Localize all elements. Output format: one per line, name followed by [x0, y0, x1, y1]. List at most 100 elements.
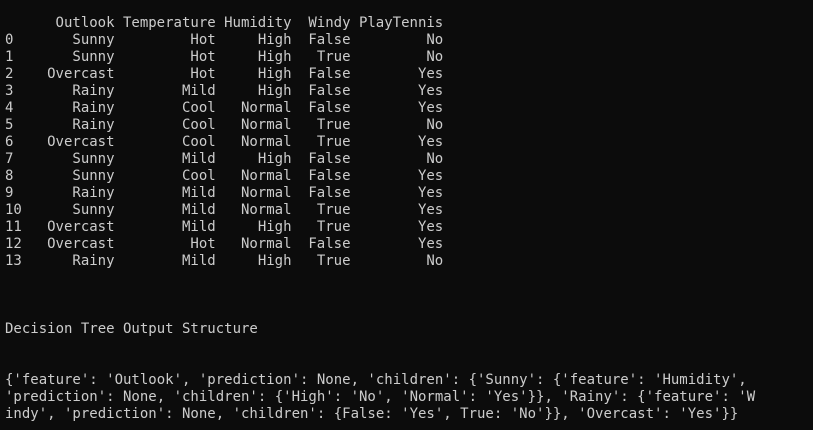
- cell-humidity: High: [257, 253, 292, 269]
- cell-playtennis: Yes: [417, 100, 444, 116]
- table-row: 10 Sunny Mild Normal True Yes: [5, 202, 813, 219]
- cell-windy: True: [316, 117, 351, 133]
- cell-windy: True: [316, 253, 351, 269]
- table-row: 5 Rainy Cool Normal True No: [5, 117, 813, 134]
- cell-windy: True: [316, 134, 351, 150]
- row-index: 10: [5, 202, 22, 218]
- row-index: 6: [5, 134, 14, 150]
- table-row: 12 Overcast Hot Normal False Yes: [5, 236, 813, 253]
- cell-playtennis: Yes: [417, 66, 444, 82]
- cell-outlook: Rainy: [72, 117, 115, 133]
- row-index: 11: [5, 219, 22, 235]
- cell-temperature: Mild: [181, 185, 216, 201]
- table-row: 9 Rainy Mild Normal False Yes: [5, 185, 813, 202]
- row-index: 1: [5, 49, 14, 65]
- table-row: 6 Overcast Cool Normal True Yes: [5, 134, 813, 151]
- cell-playtennis: Yes: [417, 236, 444, 252]
- table-row: 11 Overcast Mild High True Yes: [5, 219, 813, 236]
- section-heading: Decision Tree Output Structure: [5, 321, 258, 337]
- cell-windy: False: [308, 100, 351, 116]
- cell-humidity: Normal: [240, 134, 292, 150]
- cell-windy: False: [308, 83, 351, 99]
- cell-humidity: High: [257, 219, 292, 235]
- cell-humidity: High: [257, 83, 292, 99]
- cell-temperature: Cool: [181, 117, 216, 133]
- cell-temperature: Hot: [190, 32, 216, 48]
- cell-temperature: Mild: [181, 219, 216, 235]
- cell-outlook: Overcast: [47, 219, 115, 235]
- tree-output-line: 'prediction': None, 'children': {'High':…: [5, 389, 756, 405]
- column-header-outlook: Outlook: [55, 15, 115, 31]
- cell-outlook: Sunny: [72, 32, 115, 48]
- table-row: 7 Sunny Mild High False No: [5, 151, 813, 168]
- cell-temperature: Hot: [190, 236, 216, 252]
- cell-playtennis: No: [426, 151, 444, 167]
- cell-playtennis: No: [426, 49, 444, 65]
- table-row: 2 Overcast Hot High False Yes: [5, 66, 813, 83]
- cell-humidity: Normal: [240, 100, 292, 116]
- cell-playtennis: Yes: [417, 185, 444, 201]
- cell-outlook: Rainy: [72, 100, 115, 116]
- tree-output-line: indy', 'prediction': None, 'children': {…: [5, 406, 739, 422]
- cell-temperature: Cool: [181, 100, 216, 116]
- tree-output: {'feature': 'Outlook', 'prediction': Non…: [5, 372, 813, 423]
- cell-temperature: Mild: [181, 202, 216, 218]
- cell-outlook: Rainy: [72, 83, 115, 99]
- cell-outlook: Sunny: [72, 202, 115, 218]
- cell-playtennis: Yes: [417, 83, 444, 99]
- row-index: 4: [5, 100, 14, 116]
- cell-windy: False: [308, 168, 351, 184]
- table-row: 4 Rainy Cool Normal False Yes: [5, 100, 813, 117]
- cell-outlook: Rainy: [72, 185, 115, 201]
- cell-windy: False: [308, 151, 351, 167]
- table-row: 1 Sunny Hot High True No: [5, 49, 813, 66]
- cell-humidity: High: [257, 49, 292, 65]
- cell-humidity: Normal: [240, 168, 292, 184]
- table-row: 3 Rainy Mild High False Yes: [5, 83, 813, 100]
- cell-playtennis: No: [426, 117, 444, 133]
- row-index: 8: [5, 168, 14, 184]
- cell-playtennis: Yes: [417, 219, 444, 235]
- cell-playtennis: No: [426, 253, 444, 269]
- table-body: 0 Sunny Hot High False No 1 Sunny Hot High True No 2…: [5, 32, 813, 270]
- table-row: 8 Sunny Cool Normal False Yes: [5, 168, 813, 185]
- table-header: Outlook Temperature Humidity Windy PlayTenni…: [5, 15, 813, 32]
- row-index: 0: [5, 32, 14, 48]
- cell-windy: True: [316, 219, 351, 235]
- row-index: 5: [5, 117, 14, 133]
- cell-windy: True: [316, 202, 351, 218]
- cell-playtennis: Yes: [417, 134, 444, 150]
- cell-windy: False: [308, 236, 351, 252]
- column-header-playtennis: PlayTennis: [358, 15, 444, 31]
- cell-temperature: Cool: [181, 134, 216, 150]
- cell-windy: True: [316, 49, 351, 65]
- row-index: 13: [5, 253, 22, 269]
- cell-playtennis: Yes: [417, 202, 444, 218]
- column-header-humidity: Humidity: [224, 15, 292, 31]
- cell-temperature: Mild: [181, 151, 216, 167]
- cell-humidity: Normal: [240, 185, 292, 201]
- cell-outlook: Overcast: [47, 134, 115, 150]
- cell-humidity: Normal: [240, 202, 292, 218]
- cell-outlook: Sunny: [72, 151, 115, 167]
- row-index: 9: [5, 185, 14, 201]
- table-row: 0 Sunny Hot High False No: [5, 32, 813, 49]
- cell-playtennis: Yes: [417, 168, 444, 184]
- cell-humidity: Normal: [240, 236, 292, 252]
- cell-humidity: High: [257, 32, 292, 48]
- row-index: 2: [5, 66, 14, 82]
- terminal-window: Outlook Temperature Humidity Windy PlayTenni…: [0, 0, 813, 430]
- cell-humidity: High: [257, 151, 292, 167]
- cell-outlook: Overcast: [47, 66, 115, 82]
- column-header-temperature: Temperature: [122, 15, 216, 31]
- cell-outlook: Overcast: [47, 236, 115, 252]
- tree-output-line: {'feature': 'Outlook', 'prediction': Non…: [5, 372, 747, 388]
- cell-temperature: Mild: [181, 83, 216, 99]
- cell-temperature: Cool: [181, 168, 216, 184]
- table-row: 13 Rainy Mild High True No: [5, 253, 813, 270]
- cell-outlook: Rainy: [72, 253, 115, 269]
- row-index: 12: [5, 236, 22, 252]
- cell-outlook: Sunny: [72, 168, 115, 184]
